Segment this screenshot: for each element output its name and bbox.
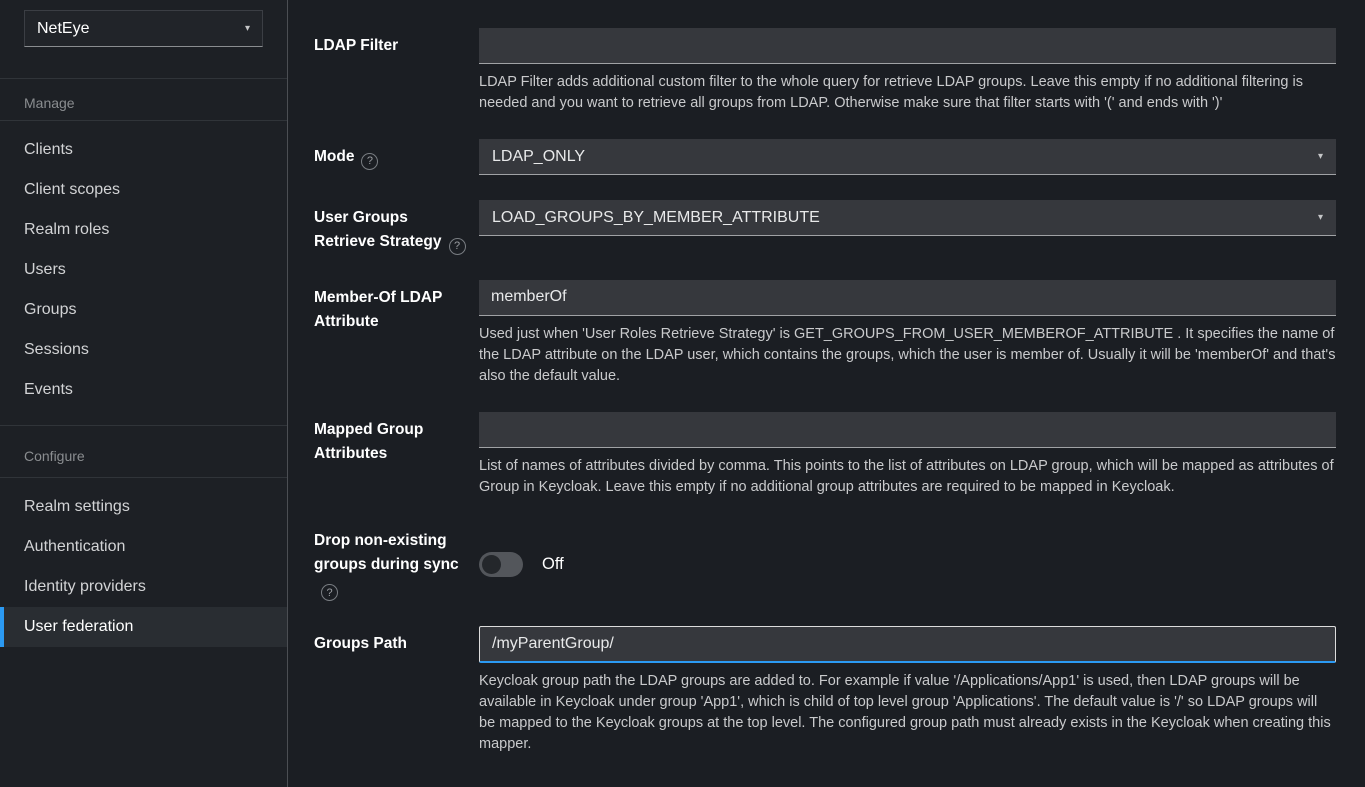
realm-selector-label: NetEye — [37, 20, 89, 38]
ldap-filter-input[interactable] — [479, 28, 1336, 64]
groups-path-control: Keycloak group path the LDAP groups are … — [479, 626, 1336, 755]
member-of-ldap-attribute-label-text: Member-Of LDAP Attribute — [314, 289, 442, 330]
mapped-group-attributes-label-text: Mapped Group Attributes — [314, 421, 423, 462]
form-actions-spacer — [314, 780, 469, 787]
form-row-groups-path: Groups Path Keycloak group path the LDAP… — [314, 626, 1336, 755]
question-circle-icon[interactable]: ? — [321, 584, 338, 601]
sidebar-nav-manage: Clients Client scopes Realm roles Users … — [0, 121, 287, 410]
drop-non-existing-groups-toggle-state: Off — [542, 555, 564, 574]
chevron-down-icon: ▾ — [245, 24, 250, 34]
mapped-group-attributes-label: Mapped Group Attributes — [314, 412, 469, 498]
form-row-user-groups-retrieve-strategy: User Groups Retrieve Strategy? LOAD_GROU… — [314, 200, 1336, 255]
member-of-ldap-attribute-label: Member-Of LDAP Attribute — [314, 280, 469, 387]
sidebar-item-identity-providers[interactable]: Identity providers — [0, 567, 287, 607]
ldap-filter-control: LDAP Filter adds additional custom filte… — [479, 28, 1336, 114]
form-row-member-of-ldap-attribute: Member-Of LDAP Attribute Used just when … — [314, 280, 1336, 387]
sidebar-item-client-scopes[interactable]: Client scopes — [0, 170, 287, 210]
drop-non-existing-groups-toggle[interactable] — [479, 552, 523, 577]
sidebar-item-groups[interactable]: Groups — [0, 290, 287, 330]
sidebar-item-authentication[interactable]: Authentication — [0, 527, 287, 567]
drop-non-existing-groups-label: Drop non-existing groups during sync? — [314, 523, 469, 602]
user-groups-retrieve-strategy-control: LOAD_GROUPS_BY_MEMBER_ATTRIBUTE ▾ — [479, 200, 1336, 255]
mode-label-text: Mode — [314, 148, 354, 165]
chevron-down-icon: ▾ — [1318, 213, 1323, 223]
sidebar-section-title-configure: Configure — [0, 425, 287, 478]
user-groups-retrieve-strategy-select-value: LOAD_GROUPS_BY_MEMBER_ATTRIBUTE — [492, 209, 820, 227]
toggle-knob — [482, 555, 501, 574]
mapped-group-attributes-helper-text: List of names of attributes divided by c… — [479, 456, 1336, 498]
sidebar-nav-configure: Realm settings Authentication Identity p… — [0, 478, 287, 647]
groups-path-label-text: Groups Path — [314, 635, 407, 652]
member-of-ldap-attribute-input[interactable] — [479, 280, 1336, 316]
question-circle-icon[interactable]: ? — [361, 153, 378, 170]
sidebar-section-title-manage: Manage — [0, 78, 287, 121]
mode-control: LDAP_ONLY ▾ — [479, 139, 1336, 175]
form-row-drop-non-existing-groups: Drop non-existing groups during sync? Of… — [314, 523, 1336, 602]
realm-selector-dropdown[interactable]: NetEye ▾ — [24, 10, 263, 47]
app-window: NetEye ▾ Manage Clients Client scopes Re… — [0, 0, 1365, 787]
member-of-ldap-attribute-helper-text: Used just when 'User Roles Retrieve Stra… — [479, 324, 1336, 387]
chevron-down-icon: ▾ — [1318, 152, 1323, 162]
sidebar-item-sessions[interactable]: Sessions — [0, 330, 287, 370]
mapped-group-attributes-control: List of names of attributes divided by c… — [479, 412, 1336, 498]
sidebar-item-users[interactable]: Users — [0, 250, 287, 290]
form-row-ldap-filter: LDAP Filter LDAP Filter adds additional … — [314, 28, 1336, 114]
groups-path-helper-text: Keycloak group path the LDAP groups are … — [479, 671, 1336, 755]
form-row-mode: Mode? LDAP_ONLY ▾ — [314, 139, 1336, 175]
ldap-filter-helper-text: LDAP Filter adds additional custom filte… — [479, 72, 1336, 114]
sidebar-item-realm-settings[interactable]: Realm settings — [0, 487, 287, 527]
groups-path-input[interactable] — [479, 626, 1336, 663]
drop-non-existing-groups-label-text: Drop non-existing groups during sync — [314, 532, 459, 573]
sidebar-item-clients[interactable]: Clients — [0, 130, 287, 170]
mode-select[interactable]: LDAP_ONLY ▾ — [479, 139, 1336, 175]
sidebar-item-user-federation[interactable]: User federation — [0, 607, 287, 647]
sidebar: NetEye ▾ Manage Clients Client scopes Re… — [0, 0, 288, 787]
ldap-filter-label-text: LDAP Filter — [314, 37, 398, 54]
sidebar-item-realm-roles[interactable]: Realm roles — [0, 210, 287, 250]
form-row-mapped-group-attributes: Mapped Group Attributes List of names of… — [314, 412, 1336, 498]
ldap-filter-label: LDAP Filter — [314, 28, 469, 114]
user-groups-retrieve-strategy-select[interactable]: LOAD_GROUPS_BY_MEMBER_ATTRIBUTE ▾ — [479, 200, 1336, 236]
drop-non-existing-groups-control: Off — [479, 523, 1336, 602]
groups-path-label: Groups Path — [314, 626, 469, 755]
mode-select-value: LDAP_ONLY — [492, 148, 585, 166]
member-of-ldap-attribute-control: Used just when 'User Roles Retrieve Stra… — [479, 280, 1336, 387]
sidebar-item-events[interactable]: Events — [0, 370, 287, 410]
question-circle-icon[interactable]: ? — [449, 238, 466, 255]
mode-label: Mode? — [314, 139, 469, 175]
form-actions-row: Save Cancel — [314, 780, 1336, 787]
mapper-settings-form: LDAP Filter LDAP Filter adds additional … — [288, 0, 1365, 787]
mapped-group-attributes-input[interactable] — [479, 412, 1336, 448]
user-groups-retrieve-strategy-label: User Groups Retrieve Strategy? — [314, 200, 469, 255]
user-groups-retrieve-strategy-label-text: User Groups Retrieve Strategy — [314, 209, 442, 250]
